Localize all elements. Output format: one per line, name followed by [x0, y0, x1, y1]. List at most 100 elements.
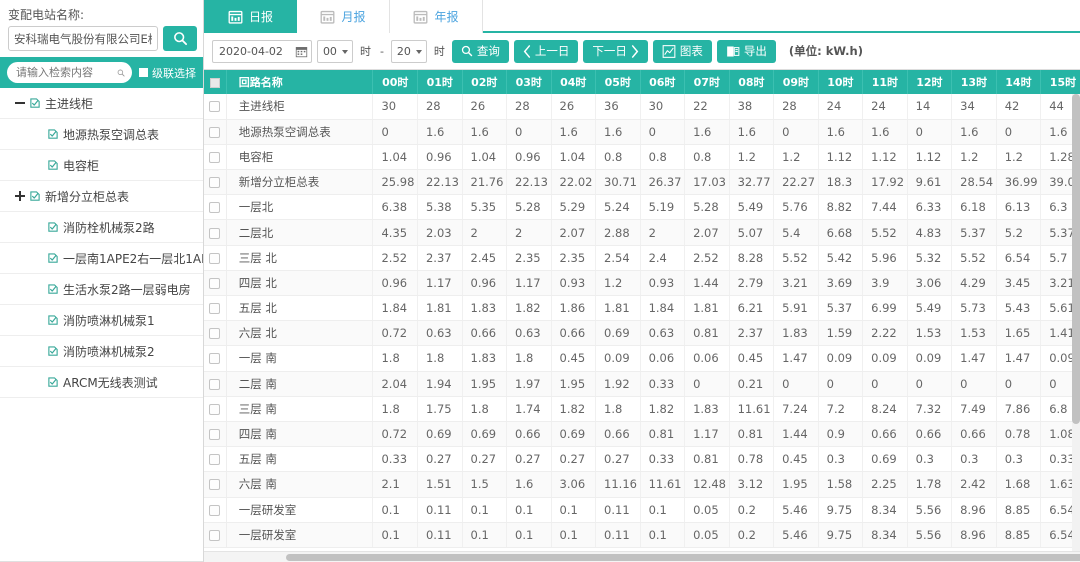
table-row[interactable]: 六层 南2.11.511.51.63.0611.1611.6112.483.12… [204, 472, 1080, 497]
row-checkbox[interactable] [209, 101, 220, 112]
tree-node[interactable]: 消防栓机械泵2路 [0, 212, 203, 243]
value-cell: 0.09 [596, 346, 641, 371]
tree-search-field[interactable] [7, 62, 132, 83]
table-row[interactable]: 五层 南0.330.270.270.270.270.270.330.810.78… [204, 447, 1080, 472]
chart-button[interactable]: 图表 [653, 40, 712, 63]
tree-node[interactable]: 主进线柜 [0, 88, 203, 119]
tree-node[interactable]: 生活水泵2路一层弱电房 [0, 274, 203, 305]
horizontal-scrollbar-thumb[interactable] [286, 554, 1080, 561]
tree-node[interactable]: 消防喷淋机械泵2 [0, 336, 203, 367]
tree-node[interactable]: 电容柜 [0, 150, 203, 181]
row-checkbox[interactable] [209, 127, 220, 138]
row-select-cell[interactable] [204, 371, 226, 396]
row-select-cell[interactable] [204, 296, 226, 321]
next-day-button[interactable]: 下一日 [583, 40, 648, 63]
value-cell: 0.27 [417, 447, 462, 472]
table-row[interactable]: 三层 北2.522.372.452.352.352.542.42.528.285… [204, 245, 1080, 270]
tab-yearly[interactable]: 年报 [390, 0, 483, 33]
hour-from-select[interactable]: 00 [317, 40, 353, 63]
row-checkbox[interactable] [209, 353, 220, 364]
hour-to-select[interactable]: 20 [391, 40, 427, 63]
tree-node[interactable]: ARCM无线表测试 [0, 367, 203, 398]
row-select-cell[interactable] [204, 522, 226, 547]
row-select-cell[interactable] [204, 144, 226, 169]
cascade-select-toggle[interactable]: 级联选择 [139, 65, 196, 81]
row-checkbox[interactable] [209, 253, 220, 264]
query-button[interactable]: 查询 [452, 40, 509, 63]
row-select-cell[interactable] [204, 346, 226, 371]
row-select-cell[interactable] [204, 270, 226, 295]
row-select-cell[interactable] [204, 119, 226, 144]
tab-monthly[interactable]: 月报 [297, 0, 390, 33]
station-search-button[interactable] [163, 26, 197, 51]
value-cell: 7.44 [863, 195, 908, 220]
row-select-cell[interactable] [204, 497, 226, 522]
vertical-scrollbar[interactable] [1072, 94, 1080, 551]
table-row[interactable]: 新增分立柜总表25.9822.1321.7622.1322.0230.7126.… [204, 170, 1080, 195]
row-checkbox[interactable] [209, 177, 220, 188]
row-checkbox[interactable] [209, 505, 220, 516]
value-cell: 30 [373, 94, 418, 119]
station-name-input[interactable] [8, 26, 158, 51]
table-row[interactable]: 电容柜1.040.961.040.961.040.80.80.81.21.21.… [204, 144, 1080, 169]
vertical-scrollbar-thumb[interactable] [1072, 94, 1080, 424]
row-select-cell[interactable] [204, 447, 226, 472]
table-row[interactable]: 六层 北0.720.630.660.630.660.690.630.812.37… [204, 321, 1080, 346]
search-input[interactable] [14, 65, 117, 80]
row-checkbox[interactable] [209, 303, 220, 314]
row-select-cell[interactable] [204, 94, 226, 119]
row-checkbox[interactable] [209, 404, 220, 415]
table-row[interactable]: 主进线柜302826282636302238282424143442444844… [204, 94, 1080, 119]
row-select-cell[interactable] [204, 321, 226, 346]
table-row[interactable]: 三层 南1.81.751.81.741.821.81.821.8311.617.… [204, 396, 1080, 421]
row-checkbox[interactable] [209, 379, 220, 390]
table-row[interactable]: 地源热泵空调总表01.61.601.61.601.61.601.61.601.6… [204, 119, 1080, 144]
row-select-cell[interactable] [204, 396, 226, 421]
row-select-cell[interactable] [204, 195, 226, 220]
value-cell: 0 [774, 119, 819, 144]
date-picker[interactable]: 2020-04-02 [212, 40, 312, 63]
value-cell: 2.4 [640, 245, 685, 270]
table-header-row: 回路名称00时01时02时03时04时05时06时07时08时09时10时11时… [204, 70, 1080, 94]
row-checkbox[interactable] [209, 228, 220, 239]
row-select-cell[interactable] [204, 472, 226, 497]
value-cell: 0.1 [507, 522, 552, 547]
table-row[interactable]: 一层研发室0.10.110.10.10.10.110.10.050.25.469… [204, 497, 1080, 522]
table-row[interactable]: 五层 北1.841.811.831.821.861.811.841.816.21… [204, 296, 1080, 321]
row-checkbox[interactable] [209, 328, 220, 339]
tree-node[interactable]: 消防喷淋机械泵1 [0, 305, 203, 336]
tree-toggle-plus-icon[interactable] [14, 190, 26, 202]
value-cell: 5.19 [640, 195, 685, 220]
value-cell: 0.1 [507, 497, 552, 522]
row-checkbox[interactable] [209, 152, 220, 163]
row-checkbox[interactable] [209, 278, 220, 289]
tree-toggle-minus-icon[interactable] [14, 97, 26, 109]
export-button[interactable]: 导出 [717, 40, 776, 63]
row-checkbox[interactable] [209, 429, 220, 440]
table-row[interactable]: 二层 南2.041.941.951.971.951.920.3300.21000… [204, 371, 1080, 396]
table-row[interactable]: 一层北6.385.385.355.285.295.245.195.285.495… [204, 195, 1080, 220]
row-select-cell[interactable] [204, 421, 226, 446]
row-checkbox[interactable] [209, 530, 220, 541]
table-row[interactable]: 四层 北0.961.170.961.170.931.20.931.442.793… [204, 270, 1080, 295]
table-row[interactable]: 二层北4.352.03222.072.8822.075.075.46.685.5… [204, 220, 1080, 245]
prev-day-button[interactable]: 上一日 [514, 40, 579, 63]
value-cell: 0.11 [417, 522, 462, 547]
horizontal-scrollbar[interactable] [204, 551, 1080, 562]
row-select-cell[interactable] [204, 220, 226, 245]
tab-daily[interactable]: 日报 [204, 0, 297, 33]
select-all-checkbox[interactable] [210, 78, 220, 88]
tree-node[interactable]: 地源热泵空调总表 [0, 119, 203, 150]
table-row[interactable]: 一层研发室0.10.110.10.10.10.110.10.050.25.469… [204, 522, 1080, 547]
tree-node[interactable]: 新增分立柜总表 [0, 181, 203, 212]
row-select-cell[interactable] [204, 245, 226, 270]
table-row[interactable]: 一层 南1.81.81.831.80.450.090.060.060.451.4… [204, 346, 1080, 371]
tree-node[interactable]: 一层南1APE2右一层北1APE1左 [0, 243, 203, 274]
table-row[interactable]: 四层 南0.720.690.690.660.690.660.811.170.81… [204, 421, 1080, 446]
row-checkbox[interactable] [209, 202, 220, 213]
row-checkbox[interactable] [209, 454, 220, 465]
row-checkbox[interactable] [209, 479, 220, 490]
select-all-header[interactable] [204, 70, 226, 94]
row-select-cell[interactable] [204, 170, 226, 195]
tree-toggle-spacer [32, 128, 44, 140]
